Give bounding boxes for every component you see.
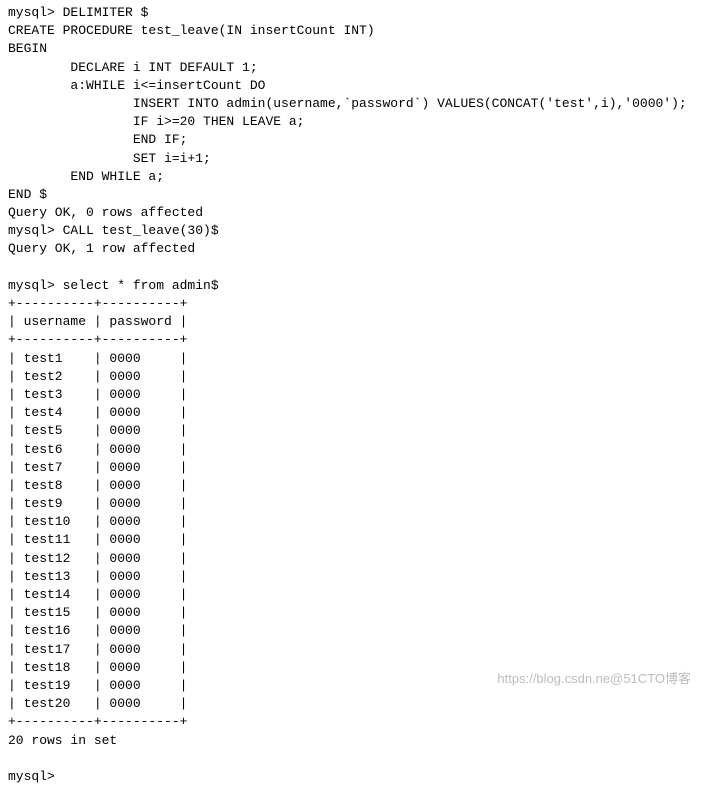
terminal-output[interactable]: mysql> DELIMITER $ CREATE PROCEDURE test… (8, 4, 693, 786)
